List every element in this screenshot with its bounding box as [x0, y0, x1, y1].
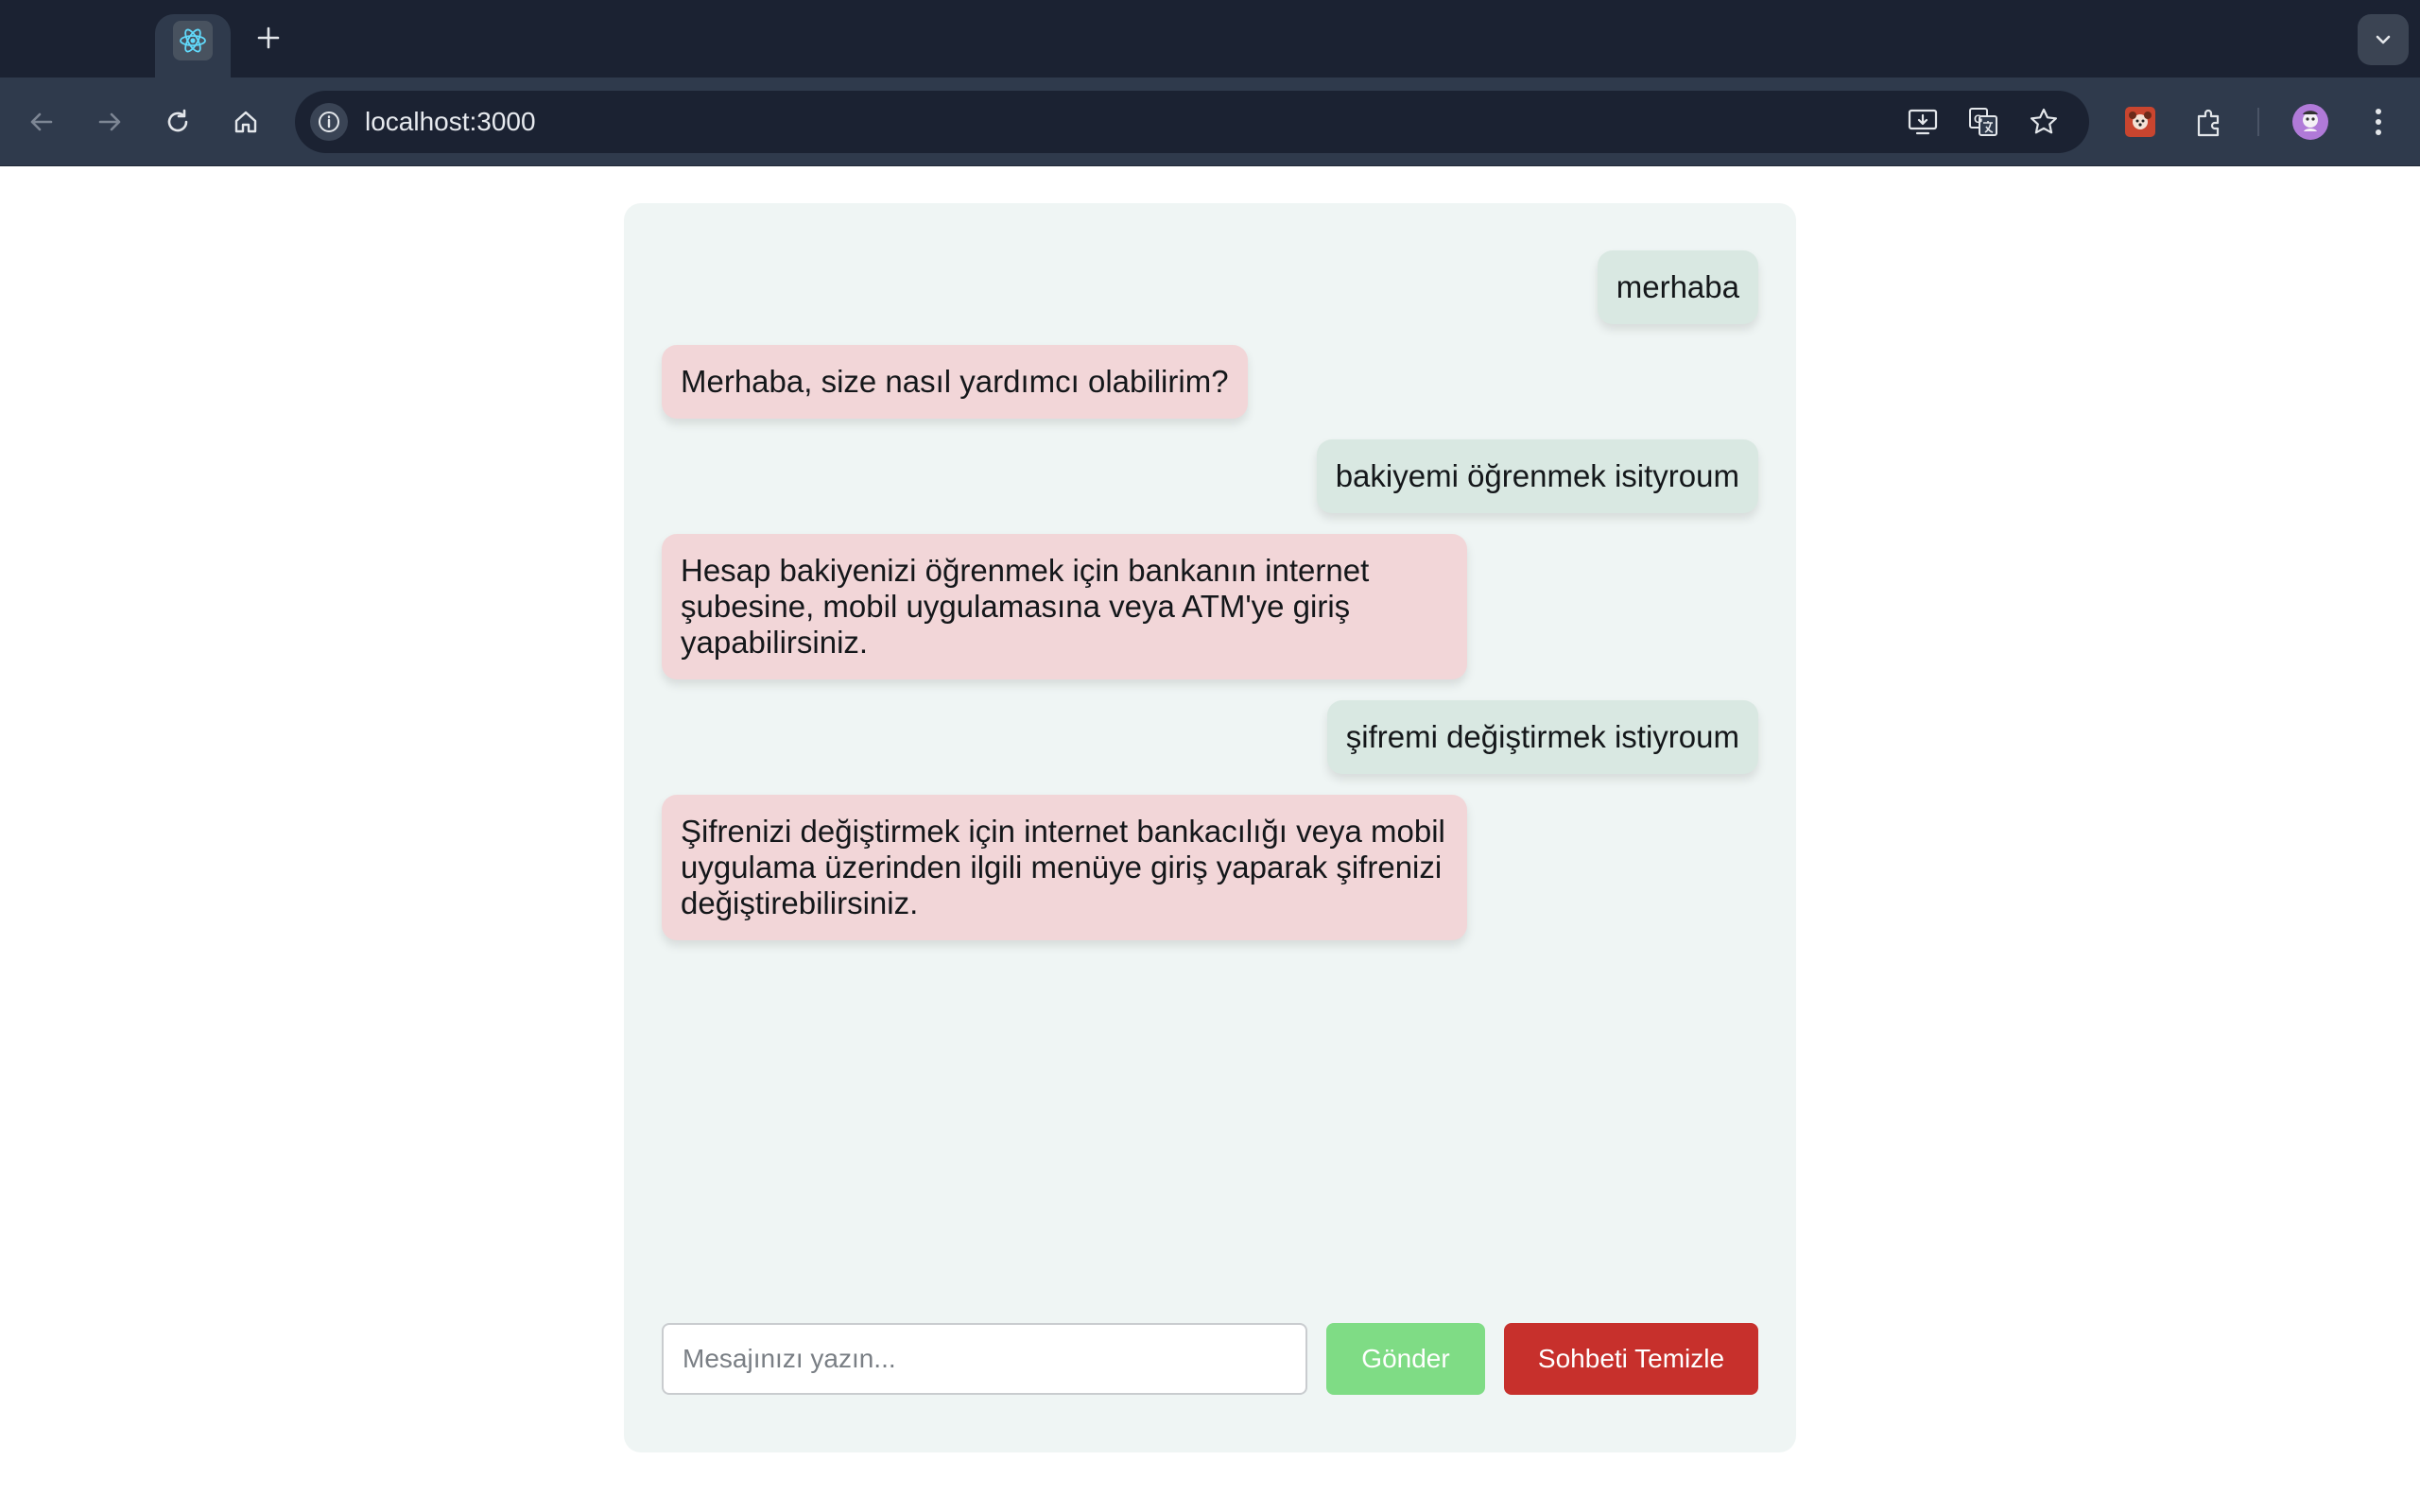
- bot-message: Merhaba, size nasıl yardımcı olabilirim?: [662, 345, 1248, 419]
- translate-icon[interactable]: G: [1964, 103, 2002, 141]
- react-logo-icon: [173, 20, 213, 60]
- address-bar[interactable]: localhost:3000 G: [295, 91, 2089, 153]
- user-message: şifremi değiştirmek istiyroum: [1326, 700, 1758, 774]
- extension-dog-icon[interactable]: [2118, 99, 2163, 145]
- home-icon[interactable]: [223, 99, 268, 145]
- tab-strip: [0, 0, 2420, 77]
- back-arrow-icon[interactable]: [19, 99, 64, 145]
- chevron-down-icon[interactable]: [2358, 14, 2409, 65]
- more-vert-icon[interactable]: [2356, 99, 2401, 145]
- browser-tab[interactable]: [155, 14, 231, 77]
- toolbar-divider: [2257, 108, 2259, 136]
- plus-icon[interactable]: [248, 17, 289, 59]
- user-message: merhaba: [1597, 250, 1758, 324]
- reload-icon[interactable]: [155, 99, 200, 145]
- user-message: bakiyemi öğrenmek isityroum: [1316, 439, 1758, 513]
- browser-toolbar: localhost:3000 G: [0, 77, 2420, 166]
- send-button[interactable]: Gönder: [1326, 1323, 1485, 1395]
- chat-container: merhaba Merhaba, size nasıl yardımcı ola…: [624, 203, 1796, 1452]
- clear-chat-button[interactable]: Sohbeti Temizle: [1504, 1323, 1758, 1395]
- svg-text:G: G: [1974, 112, 1982, 126]
- install-app-icon[interactable]: [1904, 103, 1942, 141]
- page-viewport: merhaba Merhaba, size nasıl yardımcı ola…: [0, 167, 2420, 1512]
- bot-message: Hesap bakiyenizi öğrenmek için bankanın …: [662, 534, 1467, 679]
- message-composer: Gönder Sohbeti Temizle: [662, 1323, 1758, 1395]
- url-text[interactable]: localhost:3000: [365, 106, 536, 138]
- forward-arrow-icon[interactable]: [87, 99, 132, 145]
- info-icon[interactable]: [310, 103, 348, 141]
- bookmark-star-icon[interactable]: [2025, 103, 2063, 141]
- message-input[interactable]: [662, 1323, 1307, 1395]
- message-list: merhaba Merhaba, size nasıl yardımcı ola…: [662, 250, 1758, 940]
- profile-avatar[interactable]: [2288, 99, 2333, 145]
- bot-message: Şifrenizi değiştirmek için internet bank…: [662, 795, 1467, 940]
- extensions-puzzle-icon[interactable]: [2187, 99, 2233, 145]
